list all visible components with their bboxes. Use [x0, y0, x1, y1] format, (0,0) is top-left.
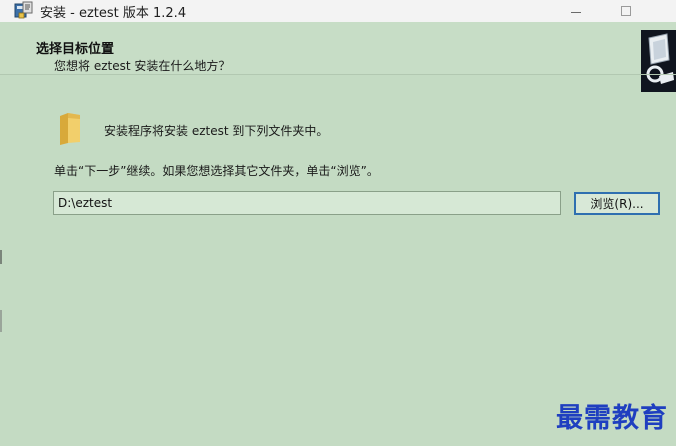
setup-logo-icon: [641, 30, 676, 92]
header-divider: [0, 74, 676, 75]
minimize-button[interactable]: [556, 0, 596, 22]
maximize-icon: [621, 6, 631, 16]
install-path-input[interactable]: [53, 191, 561, 215]
minimize-icon: [571, 11, 581, 13]
page-title: 选择目标位置: [36, 42, 115, 57]
maximize-button[interactable]: [606, 0, 646, 22]
watermark-logo: 最需教育: [556, 403, 668, 434]
installer-icon: [14, 1, 34, 19]
window-edge-mark: [0, 250, 2, 264]
title-bar: 安装 - eztest 版本 1.2.4: [0, 0, 676, 22]
window-title: 安装 - eztest 版本 1.2.4: [40, 6, 187, 21]
installer-window: 安装 - eztest 版本 1.2.4 选择目标位置 您想将 eztest 安…: [0, 0, 676, 446]
browse-button[interactable]: 浏览(R)...: [574, 192, 660, 215]
folder-icon: [58, 112, 82, 145]
page-subtitle: 您想将 eztest 安装在什么地方？: [54, 59, 231, 73]
window-edge-mark: [0, 310, 2, 332]
instruction-text: 单击“下一步”继续。如果您想选择其它文件夹，单击“浏览”。: [54, 164, 379, 178]
page-header: 选择目标位置 您想将 eztest 安装在什么地方？: [0, 22, 676, 74]
install-info-text: 安装程序将安装 eztest 到下列文件夹中。: [104, 124, 329, 138]
